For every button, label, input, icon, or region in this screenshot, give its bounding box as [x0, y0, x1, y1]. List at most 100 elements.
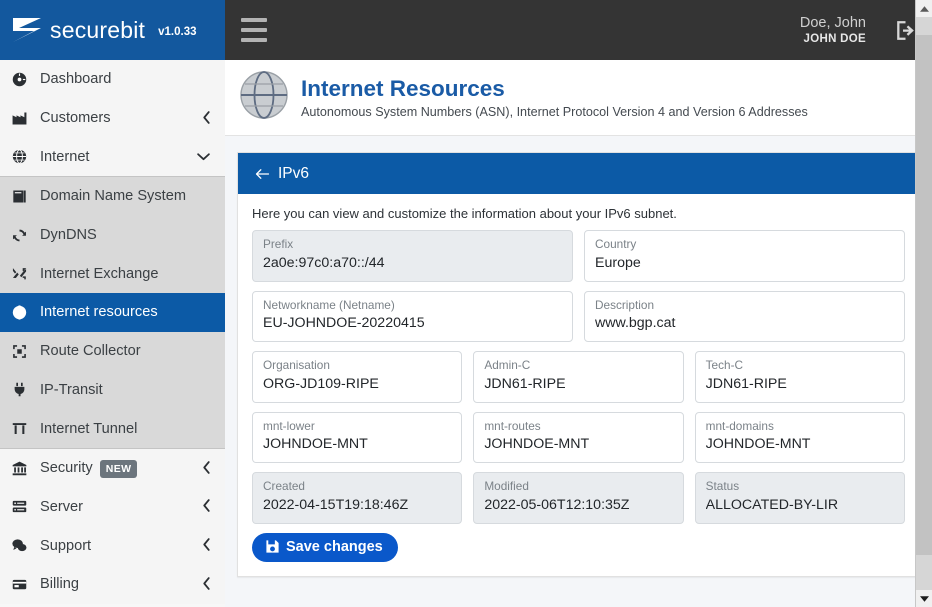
field-label: mnt-lower: [263, 418, 315, 433]
status-badge: NEW: [99, 460, 138, 479]
scrollbar-track[interactable]: [916, 17, 932, 590]
field-value[interactable]: www.bgp.cat: [595, 313, 894, 334]
chevron-left-icon[interactable]: [202, 498, 211, 515]
sidebar-item-label: Billing: [40, 576, 79, 593]
brand-version: v1.0.33: [158, 26, 197, 38]
chevron-down-icon[interactable]: [916, 590, 932, 607]
field-value: ALLOCATED-BY-LIR: [705, 496, 839, 513]
chevron-left-icon[interactable]: [202, 537, 211, 554]
field-organisation[interactable]: Organisation ORG-JD109-RIPE: [252, 351, 463, 403]
chevron-left-icon[interactable]: [202, 460, 211, 477]
field-value: 2022-05-06T12:10:35Z: [484, 496, 630, 513]
field-label: Country: [595, 237, 637, 251]
brand-header[interactable]: securebit v1.0.33: [0, 0, 225, 60]
sidebar-item-support[interactable]: Support: [0, 526, 225, 565]
field-tech-c[interactable]: Tech-C JDN61-RIPE: [694, 351, 905, 403]
sidebar: securebit v1.0.33 Dashboard Customers Inte…: [0, 0, 225, 607]
sidebar-item-security[interactable]: Security NEW: [0, 449, 225, 488]
field-rows: Prefix 2a0e:97c0:a70::/44 Country Europe Net…: [252, 230, 905, 524]
scrollbar-thumb[interactable]: [916, 35, 932, 555]
field-mnt-lower[interactable]: mnt-lower JOHNDOE-MNT: [252, 411, 463, 464]
sidebar-item-server[interactable]: Server: [0, 488, 225, 527]
user-menu[interactable]: Doe, John JOHN DOE: [800, 14, 866, 47]
field-value[interactable]: ORG-JD109-RIPE: [263, 374, 451, 395]
field-value[interactable]: EU-JOHNDOE-20220415: [263, 313, 562, 334]
field-admin-c[interactable]: Admin-C JDN61-RIPE: [473, 351, 684, 403]
sidebar-item-internet[interactable]: Internet: [0, 137, 225, 176]
card-title: IPv6: [278, 164, 310, 182]
field-value[interactable]: JDN61-RIPE: [706, 374, 894, 395]
sidebar-item-internet-tunnel[interactable]: Internet Tunnel: [0, 409, 225, 448]
card-header: IPv6: [238, 153, 919, 194]
book-icon: [12, 189, 33, 204]
sidebar-item-label: Internet Exchange: [40, 265, 159, 282]
app-root: securebit v1.0.33 Dashboard Customers Inte…: [0, 0, 932, 607]
field-value[interactable]: JOHNDOE-MNT: [484, 434, 672, 455]
sidebar-item-label: Dashboard: [40, 71, 112, 88]
field-row: Organisation ORG-JD109-RIPE Admin-C JDN61-R…: [252, 351, 905, 403]
sidebar-item-billing[interactable]: Billing: [0, 565, 225, 604]
field-value[interactable]: Europe: [595, 253, 894, 274]
sidebar-group-internet-submenu: Domain Name System DynDNS Internet Exchang…: [0, 176, 225, 448]
field-networkname-netname-[interactable]: Networkname (Netname) EU-JOHNDOE-20220415: [252, 290, 573, 343]
sidebar-item-dashboard[interactable]: Dashboard: [0, 60, 225, 99]
compress-icon: [12, 344, 33, 359]
field-label: Description: [595, 297, 655, 312]
hamburger-bar: [241, 38, 267, 42]
tunnel-icon: [12, 421, 33, 436]
sidebar-item-internet-exchange[interactable]: Internet Exchange: [0, 254, 225, 293]
sidebar-item-ip-transit[interactable]: IP-Transit: [0, 371, 225, 410]
sidebar-item-label: Support: [40, 537, 92, 554]
field-mnt-routes[interactable]: mnt-routes JOHNDOE-MNT: [473, 411, 684, 464]
sidebar-item-internet-resources[interactable]: Internet resources: [0, 293, 225, 332]
back-arrow-icon[interactable]: [254, 167, 271, 181]
chevron-up-icon[interactable]: [916, 0, 932, 17]
sidebar-group-top: Dashboard Customers Internet: [0, 60, 225, 177]
sidebar-item-route-collector[interactable]: Route Collector: [0, 332, 225, 371]
field-row: Created 2022-04-15T19:18:46Z Modified 2022-…: [252, 472, 905, 524]
field-modified: Modified 2022-05-06T12:10:35Z: [473, 472, 684, 524]
card-body: Here you can view and customize the info…: [238, 194, 919, 576]
sidebar-item-dyndns[interactable]: DynDNS: [0, 216, 225, 255]
server-icon: [12, 499, 33, 514]
save-button[interactable]: Save changes: [252, 532, 398, 562]
sidebar-item-label: Domain Name System: [40, 188, 186, 205]
sidebar-item-label: Customers: [40, 110, 111, 127]
page-scrollbar[interactable]: [915, 0, 932, 607]
chevron-left-icon[interactable]: [202, 576, 211, 593]
chevron-down-icon[interactable]: [196, 150, 211, 163]
page-subtitle: Autonomous System Numbers (ASN), Interne…: [301, 104, 808, 119]
sidebar-item-label: Server: [40, 498, 83, 515]
field-label: Networkname (Netname): [263, 297, 395, 312]
field-label: Modified: [484, 479, 529, 494]
sidebar-item-customers[interactable]: Customers: [0, 99, 225, 138]
hamburger-menu-icon[interactable]: [225, 0, 283, 60]
page-header-text: Internet Resources Autonomous System Num…: [301, 76, 808, 119]
content-area: IPv6 Here you can view and customize the…: [225, 136, 932, 607]
credit-card-icon: [12, 577, 33, 592]
helper-text: Here you can view and customize the info…: [252, 206, 677, 221]
field-description[interactable]: Description www.bgp.cat: [584, 290, 905, 343]
plug-icon: [12, 382, 33, 397]
field-label: Created: [263, 479, 305, 494]
field-label: mnt-routes: [484, 418, 541, 433]
user-name: Doe, John: [799, 14, 866, 31]
ipv6-card: IPv6 Here you can view and customize the…: [237, 152, 920, 577]
chevron-left-icon[interactable]: [202, 110, 211, 127]
page-header: Internet Resources Autonomous System Num…: [225, 60, 932, 136]
field-value[interactable]: JOHNDOE-MNT: [263, 434, 451, 455]
field-value: 2a0e:97c0:a70::/44: [263, 254, 385, 271]
field-value: 2022-04-15T19:18:46Z: [263, 496, 409, 513]
field-mnt-domains[interactable]: mnt-domains JOHNDOE-MNT: [694, 411, 905, 464]
hamburger-bar: [241, 18, 267, 22]
comments-icon: [12, 538, 33, 553]
field-country[interactable]: Country Europe: [584, 230, 905, 282]
save-button-label: Save changes: [286, 538, 383, 555]
sidebar-item-domain-name-system[interactable]: Domain Name System: [0, 177, 225, 216]
field-value[interactable]: JOHNDOE-MNT: [706, 434, 894, 455]
field-value[interactable]: JDN61-RIPE: [484, 374, 672, 395]
topbar: Doe, John JOHN DOE: [225, 0, 932, 60]
field-row: Networkname (Netname) EU-JOHNDOE-20220415…: [252, 290, 905, 343]
sidebar-item-label: Security NEW: [40, 460, 202, 479]
refresh-icon: [12, 228, 33, 243]
